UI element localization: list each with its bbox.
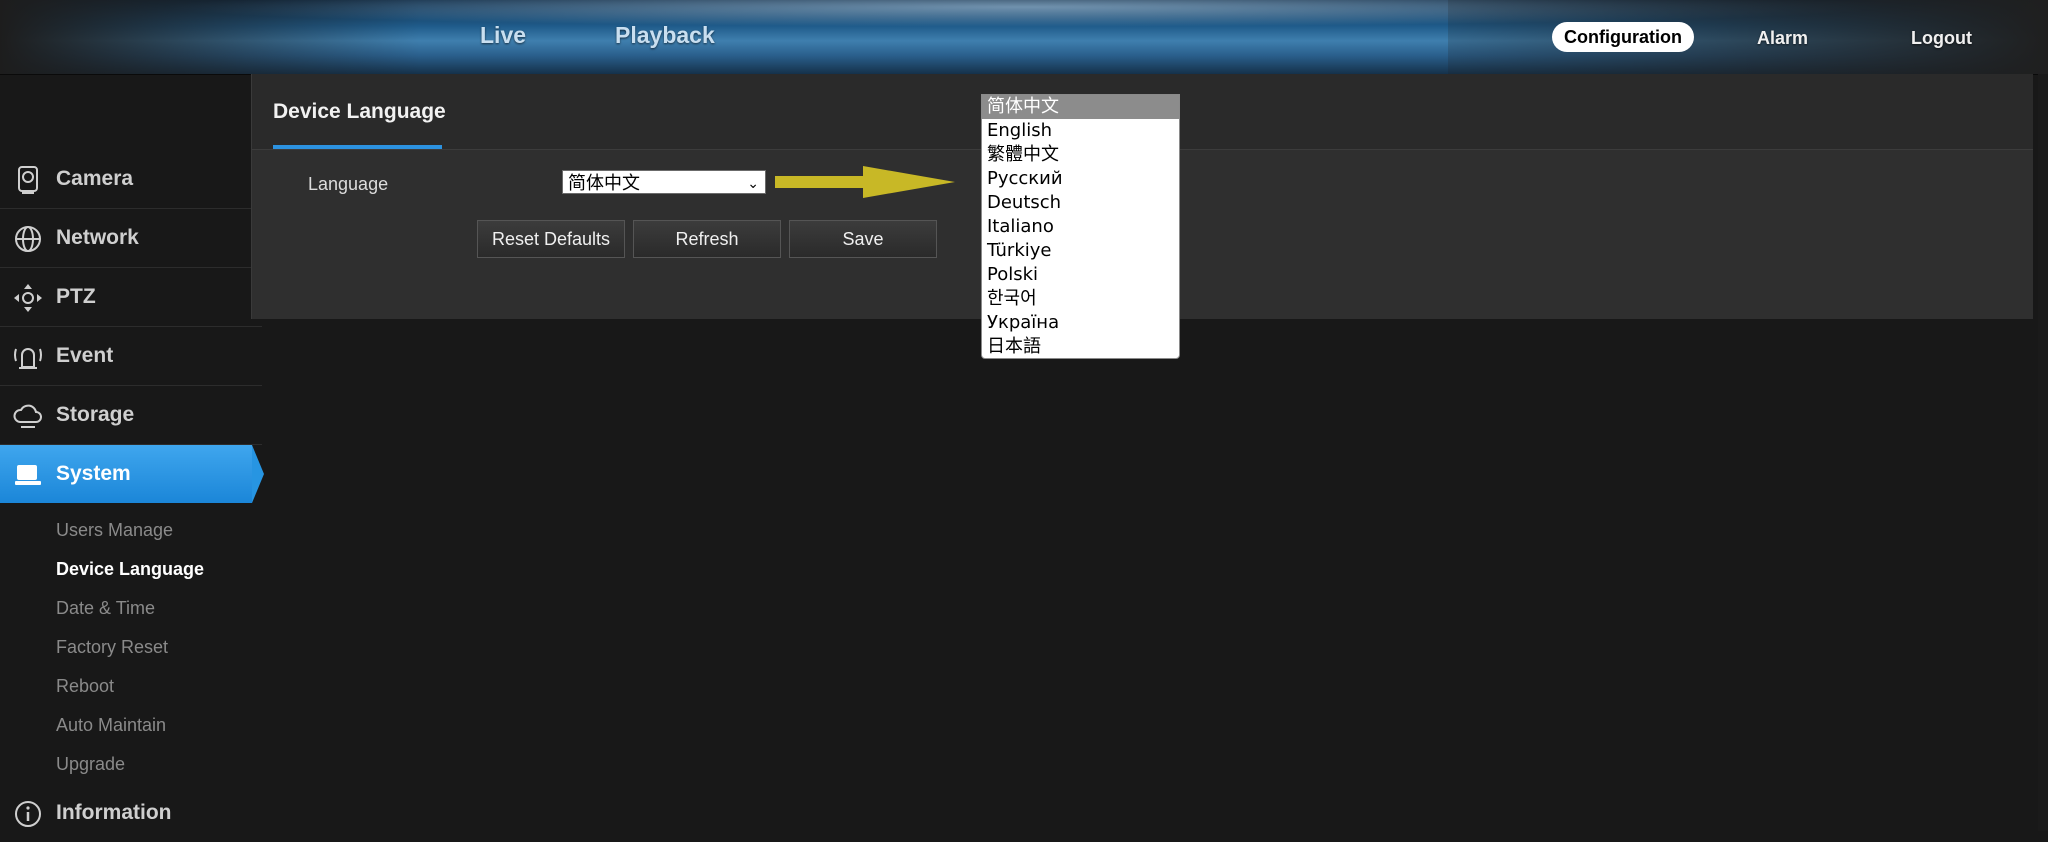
language-dropdown-list[interactable]: 简体中文 English 繁體中文 Русский Deutsch Italia…	[981, 94, 1180, 359]
sidebar-item-event[interactable]: Event	[0, 327, 262, 386]
language-option[interactable]: Deutsch	[982, 191, 1179, 215]
top-navigation-bar: Live Playback Configuration Alarm Logout	[0, 0, 2048, 75]
save-button[interactable]: Save	[789, 220, 937, 258]
page-title: Device Language	[273, 100, 446, 123]
language-option[interactable]: Türkiye	[982, 239, 1179, 263]
chevron-down-icon: ⌄	[747, 175, 759, 191]
ptz-icon	[14, 284, 42, 312]
nav-configuration[interactable]: Configuration	[1552, 22, 1694, 52]
language-option[interactable]: 한국어	[982, 287, 1179, 311]
sidebar-item-label: Information	[56, 801, 172, 824]
reset-defaults-button[interactable]: Reset Defaults	[477, 220, 625, 258]
submenu-auto-maintain[interactable]: Auto Maintain	[0, 706, 262, 745]
sidebar-item-network[interactable]: Network	[0, 209, 262, 268]
language-select-value: 简体中文	[568, 173, 640, 193]
nav-alarm[interactable]: Alarm	[1757, 28, 1808, 49]
arrow-pointer-icon	[775, 166, 955, 198]
submenu-device-language[interactable]: Device Language	[0, 550, 262, 589]
language-option[interactable]: 繁體中文	[982, 143, 1179, 167]
sidebar-item-label: PTZ	[56, 285, 96, 308]
language-select[interactable]: 简体中文 ⌄	[562, 170, 766, 194]
nav-playback[interactable]: Playback	[615, 22, 715, 49]
language-option[interactable]: Italiano	[982, 215, 1179, 239]
sidebar-item-system[interactable]: System	[0, 445, 264, 503]
sidebar-item-label: Storage	[56, 403, 135, 426]
sidebar-item-label: System	[56, 462, 131, 485]
sidebar-item-label: Event	[56, 344, 114, 367]
refresh-button[interactable]: Refresh	[633, 220, 781, 258]
sidebar-item-camera[interactable]: Camera	[0, 150, 262, 209]
language-option[interactable]: 日本語	[982, 335, 1179, 358]
sidebar: Camera Network PTZ Event Storage System …	[0, 150, 264, 842]
language-option[interactable]: Русский	[982, 167, 1179, 191]
nav-live[interactable]: Live	[480, 22, 526, 49]
system-icon	[15, 465, 41, 485]
system-submenu: Users Manage Device Language Date & Time…	[0, 503, 262, 784]
active-tab-underline	[273, 145, 442, 149]
information-icon	[15, 801, 41, 827]
sidebar-item-ptz[interactable]: PTZ	[0, 268, 262, 327]
top-bar-left-shade	[0, 0, 420, 74]
language-option[interactable]: Polski	[982, 263, 1179, 287]
language-option[interactable]: English	[982, 119, 1179, 143]
submenu-date-time[interactable]: Date & Time	[0, 589, 262, 628]
right-scroll-edge	[2038, 74, 2048, 831]
event-icon	[14, 348, 42, 369]
camera-icon	[18, 166, 38, 194]
sidebar-item-label: Camera	[56, 167, 134, 190]
language-option[interactable]: 简体中文	[982, 95, 1179, 119]
submenu-upgrade[interactable]: Upgrade	[0, 745, 262, 784]
sidebar-item-label: Network	[56, 226, 139, 249]
sidebar-item-storage[interactable]: Storage	[0, 386, 262, 445]
submenu-factory-reset[interactable]: Factory Reset	[0, 628, 262, 667]
language-option[interactable]: Україна	[982, 311, 1179, 335]
sidebar-item-information[interactable]: Information	[0, 784, 262, 842]
language-label: Language	[308, 174, 389, 194]
submenu-users-manage[interactable]: Users Manage	[0, 511, 262, 550]
network-icon	[15, 226, 41, 252]
submenu-reboot[interactable]: Reboot	[0, 667, 262, 706]
storage-icon	[13, 404, 42, 428]
nav-logout[interactable]: Logout	[1911, 28, 1972, 49]
